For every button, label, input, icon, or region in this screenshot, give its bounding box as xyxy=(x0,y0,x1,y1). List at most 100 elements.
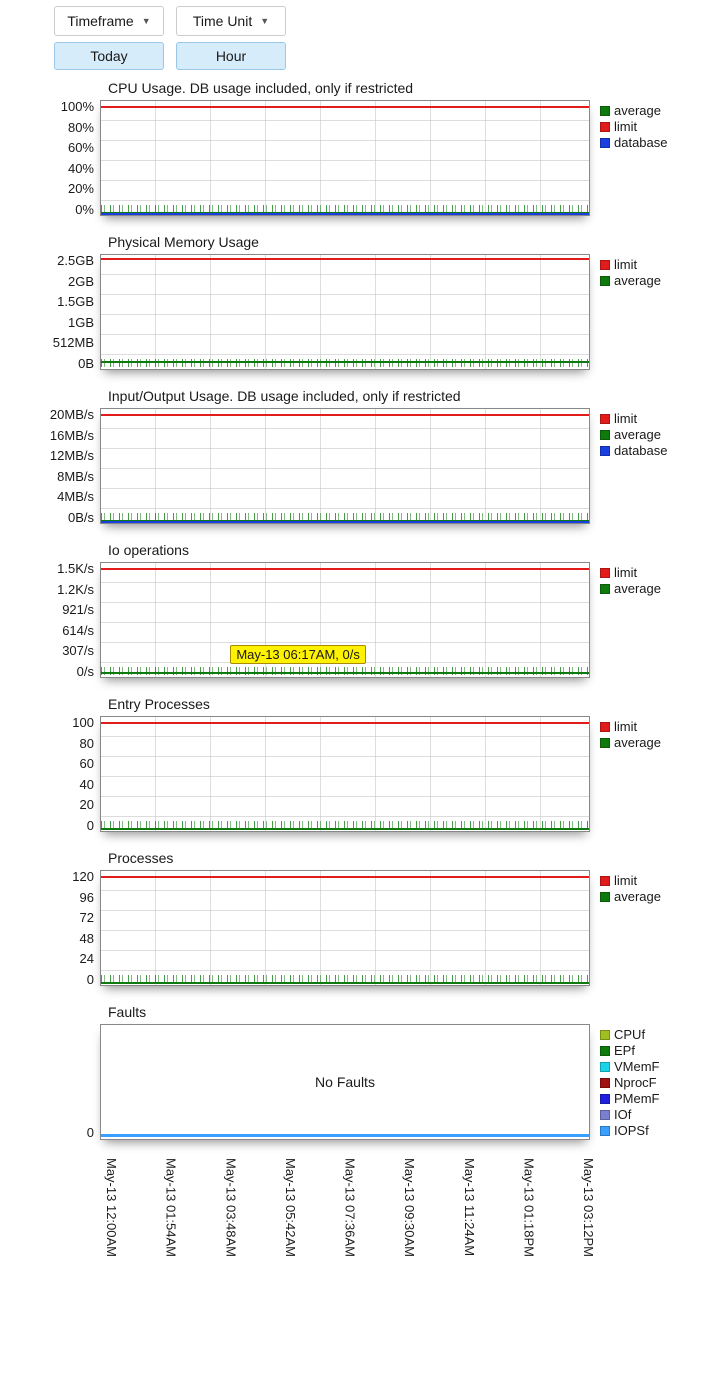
legend-swatch xyxy=(600,568,610,578)
legend-label: NprocF xyxy=(614,1076,657,1091)
timeunit-value-pill[interactable]: Hour xyxy=(176,42,286,70)
legend-item[interactable]: limit xyxy=(600,258,686,273)
legend-swatch xyxy=(600,584,610,594)
plot-area[interactable]: No Faults xyxy=(100,1024,590,1140)
y-tick: 0 xyxy=(0,973,94,986)
legend-label: IOf xyxy=(614,1108,631,1123)
series-spikes xyxy=(101,975,589,983)
legend-item[interactable]: database xyxy=(600,444,686,459)
chart-io: Input/Output Usage. DB usage included, o… xyxy=(0,388,704,524)
legend-item[interactable]: CPUf xyxy=(600,1028,686,1043)
limit-line xyxy=(101,568,589,570)
legend-swatch xyxy=(600,722,610,732)
x-tick: May-13 03:48AM xyxy=(223,1158,238,1257)
plot-area[interactable]: May-13 06:17AM, 0/s xyxy=(100,562,590,678)
legend-swatch xyxy=(600,1030,610,1040)
plot-area[interactable] xyxy=(100,100,590,216)
timeunit-dropdown[interactable]: Time Unit ▼ xyxy=(176,6,286,36)
legend-item[interactable]: average xyxy=(600,428,686,443)
legend-swatch xyxy=(600,276,610,286)
chart-title: Input/Output Usage. DB usage included, o… xyxy=(108,388,704,404)
legend: limitaveragedatabase xyxy=(590,408,686,460)
series-spikes xyxy=(101,359,589,367)
y-axis: 2.5GB2GB1.5GB1GB512MB0B xyxy=(0,254,100,370)
chart-title: CPU Usage. DB usage included, only if re… xyxy=(108,80,704,96)
y-tick: 2.5GB xyxy=(0,254,94,267)
legend-item[interactable]: average xyxy=(600,890,686,905)
legend-label: limit xyxy=(614,874,637,889)
legend-item[interactable]: average xyxy=(600,104,686,119)
timeframe-label: Timeframe xyxy=(67,13,133,29)
legend-swatch xyxy=(600,446,610,456)
y-tick: 100% xyxy=(0,100,94,113)
chart-title: Physical Memory Usage xyxy=(108,234,704,250)
plot-area[interactable] xyxy=(100,870,590,986)
legend-label: IOPSf xyxy=(614,1124,649,1139)
caret-down-icon: ▼ xyxy=(142,16,151,26)
legend-item[interactable]: PMemF xyxy=(600,1092,686,1107)
legend-item[interactable]: IOf xyxy=(600,1108,686,1123)
y-tick: 80 xyxy=(0,737,94,750)
plot-area[interactable] xyxy=(100,254,590,370)
legend-item[interactable]: average xyxy=(600,582,686,597)
legend-item[interactable]: VMemF xyxy=(600,1060,686,1075)
legend-item[interactable]: limit xyxy=(600,720,686,735)
y-tick: 0% xyxy=(0,203,94,216)
chart-ep: Entry Processes100806040200limitaverage xyxy=(0,696,704,832)
timeframe-dropdown[interactable]: Timeframe ▼ xyxy=(54,6,164,36)
y-tick: 512MB xyxy=(0,336,94,349)
y-tick: 1GB xyxy=(0,316,94,329)
chart-title: Entry Processes xyxy=(108,696,704,712)
timeunit-value: Hour xyxy=(216,48,246,64)
y-tick: 0/s xyxy=(0,665,94,678)
y-tick: 12MB/s xyxy=(0,449,94,462)
no-data-text: No Faults xyxy=(315,1074,375,1090)
legend-label: EPf xyxy=(614,1044,635,1059)
legend-item[interactable]: average xyxy=(600,736,686,751)
legend-swatch xyxy=(600,1062,610,1072)
timeframe-value-pill[interactable]: Today xyxy=(54,42,164,70)
legend-swatch xyxy=(600,1126,610,1136)
x-tick: May-13 05:42AM xyxy=(283,1158,298,1257)
legend: averagelimitdatabase xyxy=(590,100,686,152)
series-spikes xyxy=(101,667,589,675)
legend-item[interactable]: NprocF xyxy=(600,1076,686,1091)
x-tick: May-13 11:24AM xyxy=(462,1158,477,1257)
legend-swatch xyxy=(600,122,610,132)
x-tick: May-13 07:36AM xyxy=(343,1158,358,1257)
plot-area[interactable] xyxy=(100,408,590,524)
series-spikes xyxy=(101,513,589,521)
limit-line xyxy=(101,722,589,724)
legend-item[interactable]: limit xyxy=(600,120,686,135)
legend-label: average xyxy=(614,890,661,905)
legend-item[interactable]: database xyxy=(600,136,686,151)
legend-item[interactable]: limit xyxy=(600,566,686,581)
legend-item[interactable]: EPf xyxy=(600,1044,686,1059)
y-tick: 60 xyxy=(0,757,94,770)
legend-item[interactable]: limit xyxy=(600,412,686,427)
limit-line xyxy=(101,106,589,108)
legend: limitaverage xyxy=(590,254,686,290)
legend-swatch xyxy=(600,1094,610,1104)
legend-swatch xyxy=(600,414,610,424)
legend-swatch xyxy=(600,138,610,148)
legend-item[interactable]: average xyxy=(600,274,686,289)
y-tick: 100 xyxy=(0,716,94,729)
legend-item[interactable]: IOPSf xyxy=(600,1124,686,1139)
legend-label: limit xyxy=(614,258,637,273)
legend-label: average xyxy=(614,104,661,119)
plot-area[interactable] xyxy=(100,716,590,832)
y-tick: 307/s xyxy=(0,644,94,657)
baseline xyxy=(101,1134,589,1137)
y-tick: 20MB/s xyxy=(0,408,94,421)
chart-title: Io operations xyxy=(108,542,704,558)
y-tick: 20 xyxy=(0,798,94,811)
chart-title: Processes xyxy=(108,850,704,866)
legend-item[interactable]: limit xyxy=(600,874,686,889)
series-spikes xyxy=(101,821,589,829)
chart-faults: Faults0No FaultsCPUfEPfVMemFNprocFPMemFI… xyxy=(0,1004,704,1140)
legend-swatch xyxy=(600,1110,610,1120)
x-tick: May-13 12:00AM xyxy=(104,1158,119,1257)
database-line xyxy=(101,521,589,523)
y-tick: 40 xyxy=(0,778,94,791)
